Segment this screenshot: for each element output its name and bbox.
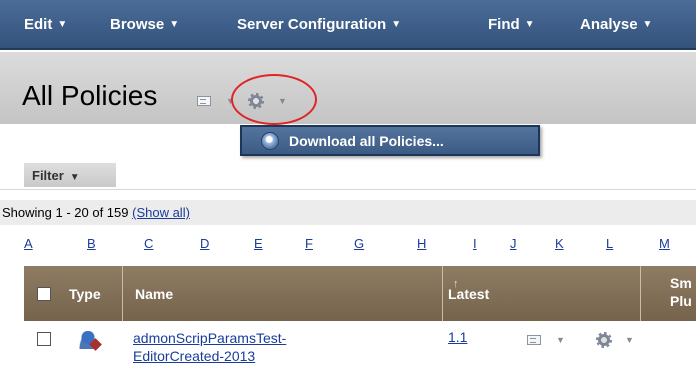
column-divider [122, 266, 123, 321]
nav-menu-find[interactable]: Find ▼ [488, 16, 535, 33]
filter-label: Filter [32, 168, 64, 183]
alpha-filter-h[interactable]: H [417, 236, 426, 251]
select-all-checkbox[interactable] [37, 287, 51, 301]
sort-ascending-icon[interactable]: ↑ [453, 278, 459, 290]
alpha-filter-j[interactable]: J [510, 236, 517, 251]
alpha-filter-i[interactable]: I [473, 236, 477, 251]
alpha-filter-m[interactable]: M [659, 236, 670, 251]
alpha-filter-c[interactable]: C [144, 236, 153, 251]
chevron-down-icon: ▼ [169, 19, 180, 30]
nav-menu-edit[interactable]: Edit ▼ [24, 16, 67, 33]
nav-menu-find-label: Find [488, 16, 520, 33]
column-divider [442, 266, 443, 321]
alpha-filter-e[interactable]: E [254, 236, 263, 251]
nav-menu-analyse-label: Analyse [580, 16, 638, 33]
table-header: Type Name Latest Sm Plu [24, 266, 696, 321]
alpha-filter-k[interactable]: K [555, 236, 564, 251]
nav-menu-edit-label: Edit [24, 16, 53, 33]
policy-name-link[interactable]: admonScripParamsTest- EditorCreated-2013 [133, 329, 373, 365]
column-divider [640, 266, 641, 321]
nav-menu-browse-label: Browse [110, 16, 165, 33]
row-checkbox[interactable] [37, 332, 51, 346]
policy-name-line-1: admonScripParamsTest- [133, 330, 287, 346]
chevron-down-icon: ▼ [391, 19, 402, 30]
show-all-link[interactable]: (Show all) [132, 205, 190, 220]
chevron-down-icon[interactable]: ▼ [556, 335, 565, 345]
alpha-filter-d[interactable]: D [200, 236, 209, 251]
filter-button[interactable]: Filter ▼ [24, 163, 116, 187]
chevron-down-icon: ▼ [642, 19, 653, 30]
chevron-down-icon: ▼ [524, 19, 535, 30]
alpha-filter-b[interactable]: B [87, 236, 96, 251]
nav-menu-server-configuration-label: Server Configuration [237, 16, 387, 33]
chevron-down-icon: ▼ [69, 172, 80, 183]
alpha-filter-f[interactable]: F [305, 236, 313, 251]
column-header-sm-top[interactable]: Sm [670, 275, 692, 291]
alpha-filter-a[interactable]: A [24, 236, 33, 251]
alpha-filter-l[interactable]: L [606, 236, 613, 251]
column-header-type[interactable]: Type [69, 286, 101, 302]
policy-name-line-2: EditorCreated-2013 [133, 348, 256, 364]
download-all-policies-label: Download all Policies... [289, 133, 444, 149]
chevron-down-icon[interactable]: ▼ [625, 335, 634, 345]
policy-type-icon [78, 331, 98, 349]
latest-version-link[interactable]: 1.1 [448, 329, 467, 345]
page-title: All Policies [22, 80, 158, 111]
alpha-filter-g[interactable]: G [354, 236, 364, 251]
results-count-text: Showing 1 - 20 of 159 [2, 205, 129, 220]
actions-dropdown-menu: Download all Policies... [240, 125, 540, 156]
nav-menu-analyse[interactable]: Analyse ▼ [580, 16, 652, 33]
column-header-name[interactable]: Name [135, 286, 173, 302]
view-icon[interactable] [527, 335, 541, 345]
highlight-circle [231, 74, 317, 125]
results-summary: Showing 1 - 20 of 159 (Show all) [0, 200, 696, 225]
gear-icon[interactable] [596, 332, 612, 348]
chevron-down-icon: ▼ [57, 19, 68, 30]
nav-menu-browse[interactable]: Browse ▼ [110, 16, 179, 33]
column-header-sm-bottom[interactable]: Plu [670, 293, 692, 309]
download-disc-icon [261, 132, 279, 150]
top-navigation-bar: Edit ▼ Browse ▼ Server Configuration ▼ Find… [0, 0, 696, 50]
view-icon[interactable] [197, 96, 211, 106]
nav-menu-server-configuration[interactable]: Server Configuration ▼ [237, 16, 401, 33]
